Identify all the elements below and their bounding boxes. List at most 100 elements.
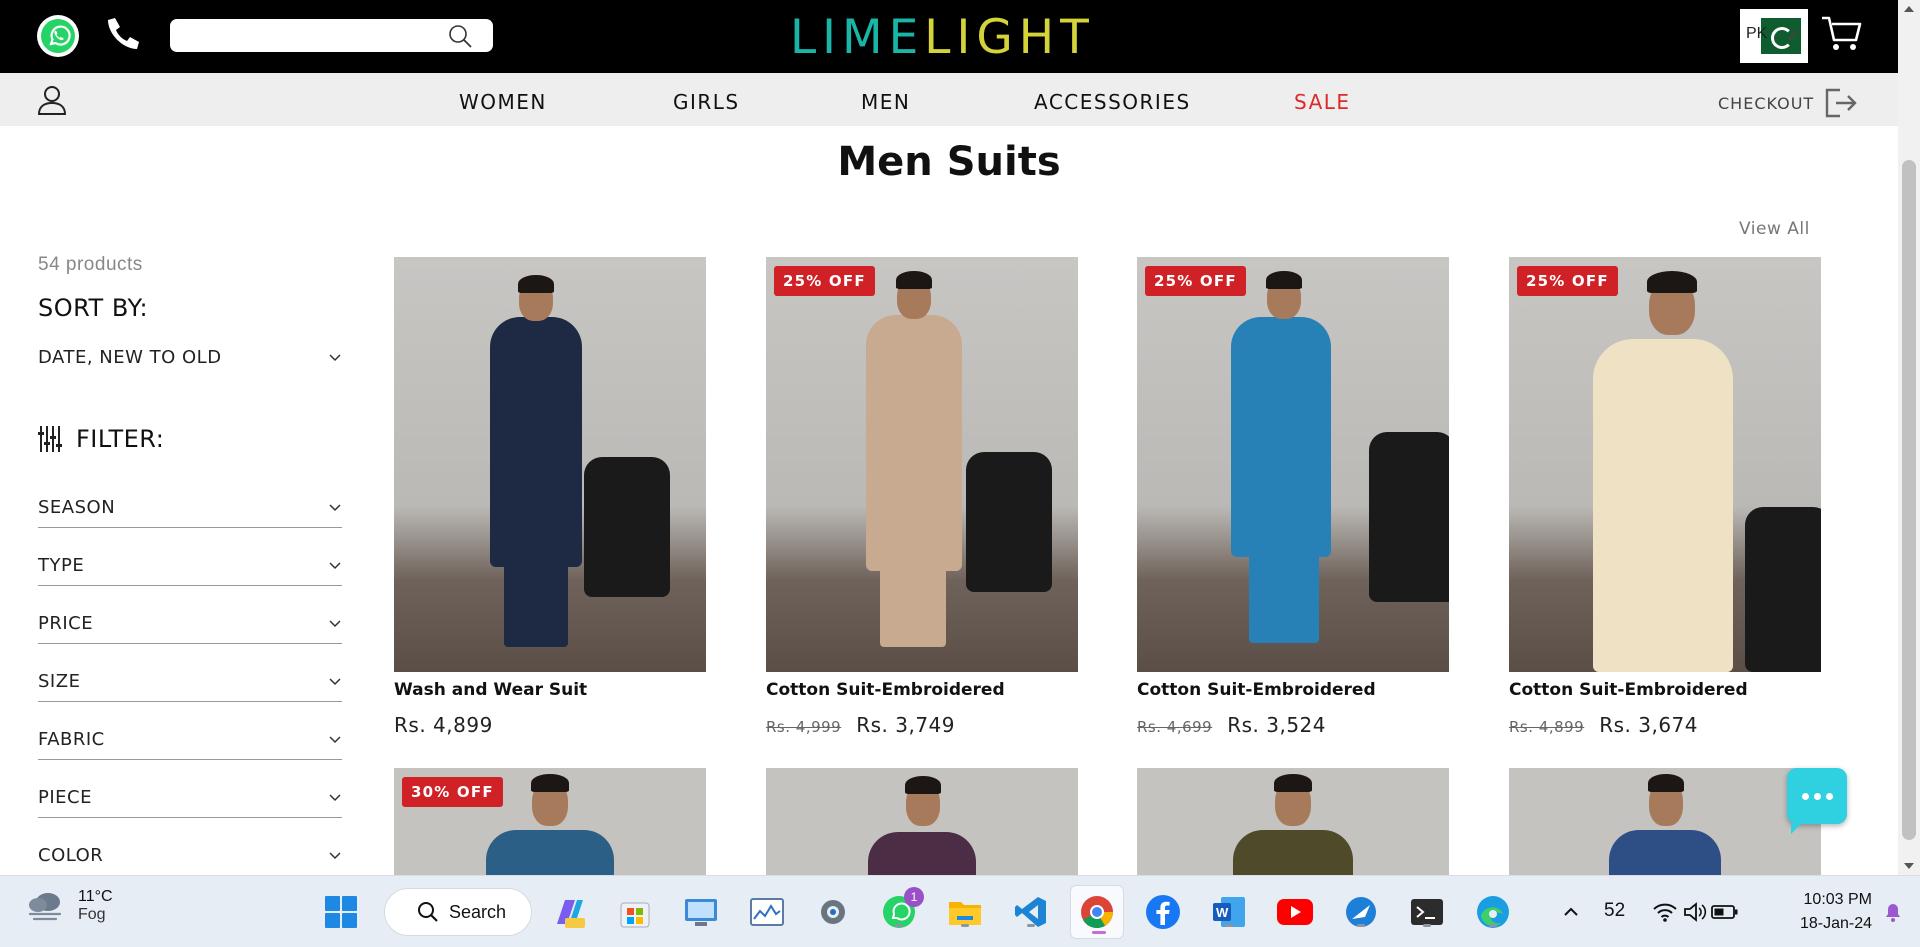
taskbar-search[interactable]: Search — [384, 888, 532, 936]
filter-label-size: SIZE — [38, 671, 81, 692]
battery-percent: 52 — [1604, 900, 1626, 921]
scroll-down-icon[interactable] — [1904, 863, 1914, 869]
live-chat-button[interactable] — [1787, 768, 1847, 834]
facebook-icon[interactable] — [1144, 893, 1182, 931]
chevron-down-icon — [329, 793, 341, 801]
cart-icon[interactable] — [1820, 14, 1864, 54]
scroll-thumb[interactable] — [1902, 160, 1916, 840]
page-scrollbar[interactable] — [1898, 0, 1920, 875]
checkout-label: CHECKOUT — [1718, 93, 1815, 113]
logo-part-lime: LIME — [790, 9, 925, 65]
chevron-down-icon — [329, 735, 341, 743]
brand-logo[interactable]: LIME LIGHT — [790, 9, 1095, 65]
product-count: 54 products — [38, 254, 143, 275]
filter-label-type: TYPE — [38, 555, 85, 576]
whatsapp-icon[interactable] — [37, 15, 79, 57]
product-image[interactable] — [1509, 768, 1821, 888]
logo-part-light: LIGHT — [924, 9, 1095, 65]
settings-icon[interactable] — [814, 893, 852, 931]
nav-women[interactable]: WOMEN — [459, 90, 547, 114]
product-name[interactable]: Cotton Suit-Embroidered — [766, 680, 1005, 700]
product-price: Rs. 4,899 — [394, 713, 493, 737]
product-name[interactable]: Cotton Suit-Embroidered — [1137, 680, 1376, 700]
windows-start-icon[interactable] — [322, 893, 360, 931]
sort-value: DATE, NEW TO OLD — [38, 347, 222, 368]
chevron-down-icon — [329, 677, 341, 685]
price-row: Rs. 4,699 Rs. 3,524 — [1137, 713, 1326, 737]
vscode-icon[interactable] — [1012, 893, 1050, 931]
product-price: Rs. 3,674 — [1599, 713, 1699, 737]
nav-accessories[interactable]: ACCESSORIES — [1034, 90, 1191, 114]
chevron-down-icon — [329, 353, 341, 361]
checkout-link[interactable]: CHECKOUT — [1718, 87, 1858, 119]
product-image[interactable] — [766, 768, 1078, 888]
chevron-up-icon[interactable] — [1552, 893, 1590, 931]
system-clock[interactable]: 10:03 PM 18-Jan-24 — [1762, 888, 1872, 936]
file-explorer-icon[interactable] — [946, 893, 984, 931]
product-image[interactable] — [394, 257, 706, 672]
product-name[interactable]: Wash and Wear Suit — [394, 680, 587, 700]
notification-bell-icon[interactable] — [1874, 893, 1912, 931]
filter-size[interactable]: SIZE — [38, 662, 342, 702]
product-image[interactable] — [1137, 768, 1449, 888]
price-row: Rs. 4,899 — [394, 713, 493, 737]
product-image[interactable]: 25% OFF — [766, 257, 1078, 672]
product-image[interactable]: 30% OFF — [394, 768, 706, 888]
microsoft-store-icon[interactable] — [616, 893, 654, 931]
nav-girls[interactable]: GIRLS — [673, 90, 740, 114]
scroll-up-icon[interactable] — [1904, 6, 1914, 12]
whatsapp-icon[interactable]: 1 — [880, 887, 924, 931]
fog-cloud-icon — [28, 893, 62, 921]
country-code: PK — [1746, 25, 1768, 42]
filter-piece[interactable]: PIECE — [38, 778, 342, 818]
battery-icon[interactable] — [1706, 893, 1744, 931]
search-bar[interactable] — [170, 19, 493, 52]
nav-men[interactable]: MEN — [861, 90, 910, 114]
product-name[interactable]: Cotton Suit-Embroidered — [1509, 680, 1748, 700]
filter-header: FILTER: — [38, 424, 164, 454]
notification-badge: 1 — [904, 887, 924, 907]
filter-label-season: SEASON — [38, 497, 116, 518]
filter-fabric[interactable]: FABRIC — [38, 720, 342, 760]
weather-temp: 11°C — [78, 888, 113, 905]
search-icon — [418, 902, 438, 922]
nav-sale[interactable]: SALE — [1294, 90, 1351, 114]
filter-label-color: COLOR — [38, 845, 104, 866]
chrome-icon[interactable] — [1070, 885, 1124, 939]
discount-badge: 25% OFF — [1145, 266, 1246, 296]
sort-dropdown[interactable]: DATE, NEW TO OLD — [38, 347, 342, 368]
original-price: Rs. 4,899 — [1509, 718, 1585, 736]
outfit-shape — [490, 317, 582, 567]
phone-icon[interactable] — [100, 14, 142, 56]
terminal-icon[interactable] — [1408, 893, 1446, 931]
product-image[interactable]: 25% OFF — [1509, 257, 1821, 672]
search-icon[interactable] — [447, 23, 473, 49]
view-all-link[interactable]: View All — [1739, 219, 1810, 239]
page-title: Men Suits — [837, 139, 1061, 185]
product-price: Rs. 3,524 — [1227, 713, 1327, 737]
task-manager-icon[interactable] — [748, 893, 786, 931]
filter-label: FILTER: — [76, 425, 165, 453]
price-row: Rs. 4,999 Rs. 3,749 — [766, 713, 955, 737]
discount-badge: 25% OFF — [774, 266, 875, 296]
chevron-down-icon — [329, 851, 341, 859]
windows-taskbar: 11°C Fog Search 1 W 52 10:03 PM 18-Jan-2… — [0, 875, 1920, 947]
filter-price[interactable]: PRICE — [38, 604, 342, 644]
copilot-icon[interactable] — [550, 893, 588, 931]
filter-type[interactable]: TYPE — [38, 546, 342, 586]
clock-date: 18-Jan-24 — [1799, 915, 1872, 932]
control-panel-icon[interactable] — [682, 893, 720, 931]
checkmark-icon: ✓ — [1785, 25, 1802, 47]
filter-season[interactable]: SEASON — [38, 488, 342, 528]
word-icon[interactable]: W — [1210, 893, 1248, 931]
chevron-down-icon — [329, 619, 341, 627]
country-selector[interactable]: PK ✓ — [1740, 9, 1808, 63]
youtube-icon[interactable] — [1276, 893, 1314, 931]
weather-widget[interactable]: 11°C Fog — [26, 888, 113, 924]
search-input[interactable] — [170, 19, 440, 52]
app-icon[interactable] — [1342, 893, 1380, 931]
original-price: Rs. 4,999 — [766, 718, 842, 736]
product-image[interactable]: 25% OFF — [1137, 257, 1449, 672]
filter-color[interactable]: COLOR — [38, 836, 342, 876]
edge-icon[interactable] — [1474, 893, 1512, 931]
